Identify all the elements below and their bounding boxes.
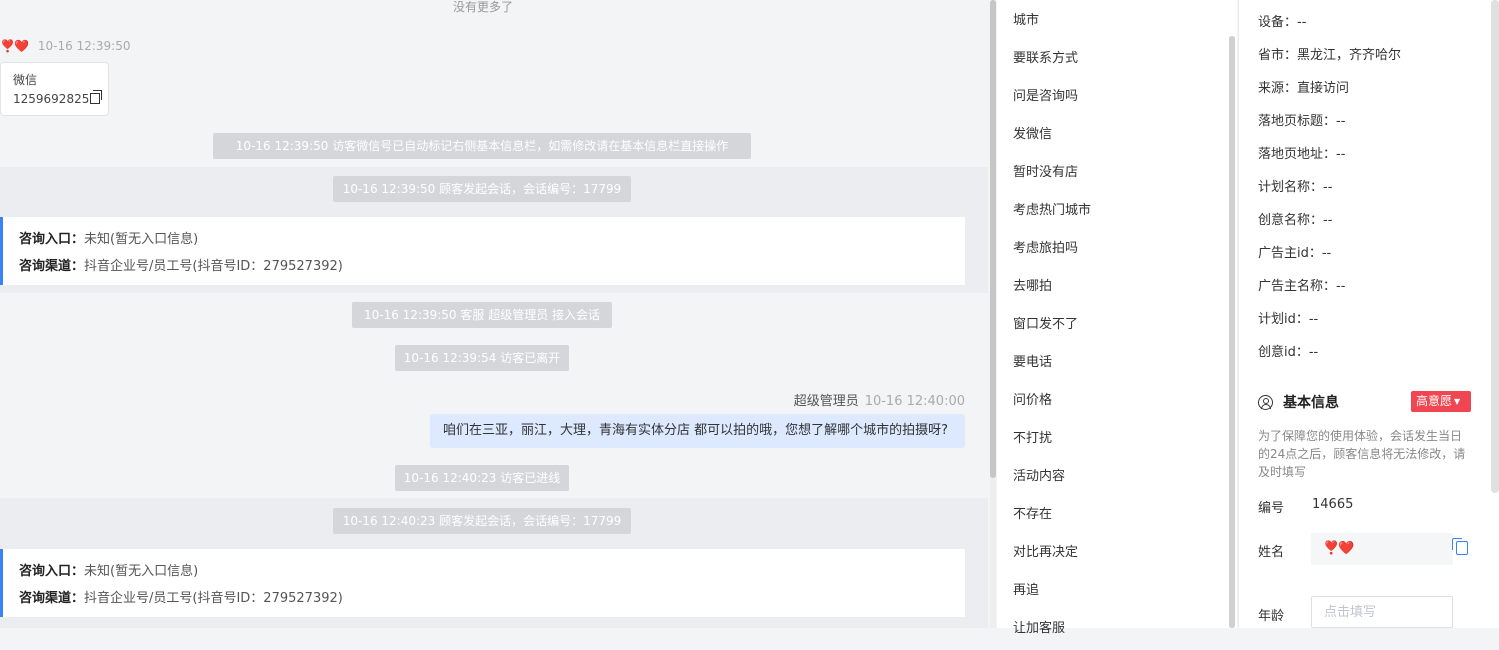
consult-entry-row: 咨询入口：未知(暂无入口信息) — [19, 226, 965, 253]
plan-id-field: 计划id：-- — [1258, 312, 1319, 327]
consult-entry-label: 咨询入口： — [19, 564, 85, 579]
quick-reply-item[interactable]: 窗口发不了 — [997, 304, 1237, 342]
wechat-card[interactable]: 微信 1259692825 — [0, 62, 109, 116]
consult-entry-value: 未知(暂无入口信息) — [84, 232, 199, 247]
agent-message-header: 超级管理员 10-16 12:40:00 — [794, 390, 965, 409]
wechat-card-value: 1259692825 — [13, 92, 90, 106]
quick-reply-item[interactable]: 再追 — [997, 570, 1237, 608]
landing-title-field: 落地页标题：-- — [1258, 114, 1346, 129]
quick-reply-item[interactable]: 让加客服 — [997, 608, 1237, 646]
device-field: 设备：-- — [1258, 15, 1307, 30]
creative-id-field: 创意id：-- — [1258, 345, 1319, 360]
wechat-card-label: 微信 — [13, 73, 38, 87]
province-field: 省市：黑龙江，齐齐哈尔 — [1258, 48, 1402, 63]
quick-reply-item[interactable]: 要联系方式 — [997, 38, 1237, 76]
system-notice: 10-16 12:39:50 访客微信号已自动标记右侧基本信息栏，如需修改请在基… — [213, 133, 751, 159]
copy-document-icon[interactable] — [1452, 538, 1468, 555]
side-panel-scrollbar[interactable] — [1491, 0, 1499, 493]
quick-reply-item[interactable]: 对比再决定 — [997, 532, 1237, 570]
basic-info-title: 基本信息 — [1283, 395, 1339, 411]
consult-entry-value: 未知(暂无入口信息) — [84, 564, 199, 579]
consult-info-card: 咨询入口：未知(暂无入口信息) 咨询渠道：抖音企业号/员工号(抖音号ID：279… — [0, 217, 965, 285]
system-notice: 10-16 12:39:54 访客已离开 — [395, 345, 569, 371]
quick-reply-item[interactable]: 发微信 — [997, 114, 1237, 152]
quick-reply-scrollbar[interactable] — [1229, 36, 1235, 628]
quick-reply-item[interactable]: 不打扰 — [997, 418, 1237, 456]
consult-channel-row: 咨询渠道：抖音企业号/员工号(抖音号ID：279527392) — [19, 253, 965, 280]
advertiser-id-field: 广告主id：-- — [1258, 246, 1332, 261]
basic-info-header: 基本信息 — [1258, 392, 1339, 412]
quick-reply-item[interactable]: 城市 — [997, 0, 1237, 38]
consult-entry-row: 咨询入口：未知(暂无入口信息) — [19, 558, 965, 585]
system-notice: 10-16 12:39:50 客服 超级管理员 接入会话 — [352, 302, 612, 328]
quick-reply-item[interactable]: 不存在 — [997, 494, 1237, 532]
age-label: 年龄 — [1258, 609, 1285, 624]
source-field: 来源：直接访问 — [1258, 81, 1350, 96]
age-input[interactable] — [1311, 596, 1453, 628]
consult-info-card: 咨询入口：未知(暂无入口信息) 咨询渠道：抖音企业号/员工号(抖音号ID：279… — [0, 549, 965, 617]
consult-channel-value: 抖音企业号/员工号(抖音号ID：279527392) — [84, 591, 343, 606]
consult-channel-value: 抖音企业号/员工号(抖音号ID：279527392) — [84, 259, 343, 274]
landing-url-field: 落地页地址：-- — [1258, 147, 1346, 162]
system-notice: 10-16 12:39:50 顾客发起会话，会话编号：17799 — [333, 176, 631, 202]
visitor-message-header: ❣️❤️ 10-16 12:39:50 — [0, 38, 130, 54]
consult-channel-row: 咨询渠道：抖音企业号/员工号(抖音号ID：279527392) — [19, 585, 965, 612]
system-notice: 10-16 12:40:23 顾客发起会话，会话编号：17799 — [333, 508, 631, 534]
consult-entry-label: 咨询入口： — [19, 232, 85, 247]
consult-channel-label: 咨询渠道： — [19, 591, 85, 606]
intent-level-dropdown[interactable]: 高意愿 ▼ — [1411, 391, 1471, 412]
wechat-card-value-row: 1259692825 — [13, 90, 108, 109]
creative-name-field: 创意名称：-- — [1258, 213, 1333, 228]
name-field[interactable]: ❣️❤️ — [1311, 533, 1453, 565]
copy-icon[interactable] — [90, 90, 103, 104]
quick-reply-item[interactable]: 暂时没有店 — [997, 152, 1237, 190]
no-more-text: 没有更多了 — [452, 0, 513, 14]
visitor-message-time: 10-16 12:39:50 — [37, 39, 131, 53]
number-value: 14665 — [1312, 497, 1354, 512]
intent-level-label: 高意愿 — [1416, 394, 1453, 408]
quick-reply-item[interactable]: 要电话 — [997, 342, 1237, 380]
caret-down-icon: ▼ — [1454, 397, 1461, 406]
advertiser-name-field: 广告主名称：-- — [1258, 279, 1346, 294]
number-label: 编号 — [1258, 501, 1285, 516]
chat-scrollbar[interactable] — [990, 0, 996, 628]
consult-channel-label: 咨询渠道： — [19, 259, 85, 274]
agent-message-time: 10-16 12:40:00 — [864, 394, 965, 409]
agent-name: 超级管理员 — [793, 394, 859, 409]
quick-reply-item[interactable]: 考虑热门城市 — [997, 190, 1237, 228]
quick-reply-item[interactable]: 问价格 — [997, 380, 1237, 418]
chat-panel[interactable]: 没有更多了 ❣️❤️ 10-16 12:39:50 微信 1259692825 … — [0, 0, 988, 628]
edit-deadline-notice: 为了保障您的使用体验，会话发生当日的24点之后，顾客信息将无法修改，请及时填写 — [1258, 429, 1466, 479]
plan-name-field: 计划名称：-- — [1258, 180, 1333, 195]
name-label: 姓名 — [1258, 545, 1285, 560]
quick-reply-scrollbar-thumb[interactable] — [1229, 36, 1235, 628]
customer-info-panel: 设备：-- 省市：黑龙江，齐齐哈尔 来源：直接访问 落地页标题：-- 落地页地址… — [1238, 0, 1499, 628]
quick-reply-item[interactable]: 考虑旅拍吗 — [997, 228, 1237, 266]
quick-reply-item[interactable]: 去哪拍 — [997, 266, 1237, 304]
quick-reply-item[interactable]: 问是咨询吗 — [997, 76, 1237, 114]
quick-reply-item[interactable]: 活动内容 — [997, 456, 1237, 494]
visitor-name: ❣️❤️ — [0, 39, 29, 53]
quick-reply-list: 城市 要联系方式 问是咨询吗 发微信 暂时没有店 考虑热门城市 考虑旅拍吗 去哪… — [997, 0, 1237, 636]
user-circle-icon — [1258, 394, 1273, 410]
system-notice: 10-16 12:40:23 访客已进线 — [395, 465, 569, 491]
chat-scrollbar-thumb[interactable] — [990, 0, 996, 478]
agent-message-bubble: 咱们在三亚，丽江，大理，青海有实体分店 都可以拍的哦，您想了解哪个城市的拍摄呀? — [430, 414, 965, 448]
